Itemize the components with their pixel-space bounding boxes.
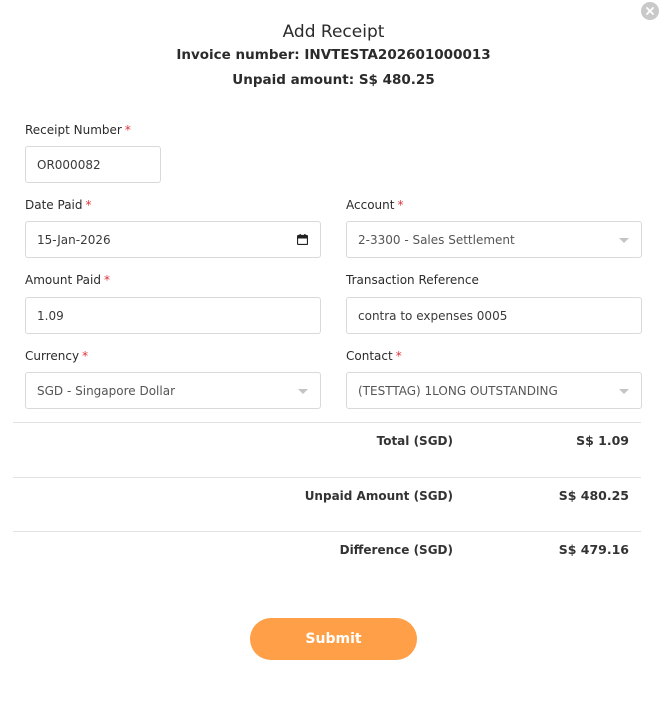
close-icon [646,7,654,15]
divider [13,422,641,423]
modal-title: Add Receipt [282,22,385,42]
account-select[interactable]: 2-3300 - Sales Settlement [346,221,642,258]
invoice-number-text: Invoice number: INVTESTA202601000013 [176,47,491,63]
contact-select[interactable]: (TESTTAG) 1LONG OUTSTANDING [346,372,642,409]
unpaid-amount-value: S$ 480.25 [558,488,629,503]
account-value: 2-3300 - Sales Settlement [358,232,515,247]
add-receipt-modal: Add Receipt Invoice number: INVTESTA2026… [0,0,667,722]
difference-label: Difference (SGD) [339,543,453,557]
chevron-down-icon [298,389,308,394]
close-button[interactable] [641,2,659,20]
account-label: Account * [346,198,404,212]
currency-value: SGD - Singapore Dollar [37,383,176,398]
amount-paid-value: 1.09 [37,308,64,323]
currency-label: Currency * [25,349,89,363]
amount-paid-input[interactable]: 1.09 [25,297,321,334]
receipt-number-value: OR000082 [37,157,101,172]
receipt-number-input[interactable]: OR000082 [25,146,161,183]
divider [13,531,641,532]
required-marker: * [395,349,402,363]
total-label: Total (SGD) [376,434,453,448]
date-paid-label: Date Paid * [25,198,92,212]
unpaid-amount-label: Unpaid Amount (SGD) [304,489,453,503]
amount-paid-label: Amount Paid * [25,273,110,287]
unpaid-amount-text: Unpaid amount: S$ 480.25 [232,72,435,88]
required-marker: * [397,198,404,212]
transaction-reference-label: Transaction Reference [346,273,479,287]
divider [13,477,641,478]
contact-value: (TESTTAG) 1LONG OUTSTANDING [358,383,558,398]
transaction-reference-input[interactable]: contra to expenses 0005 [346,297,642,334]
receipt-number-label: Receipt Number * [25,123,131,137]
chevron-down-icon [619,238,629,243]
calendar-icon[interactable] [297,234,308,245]
date-paid-value: 15-Jan-2026 [37,232,111,247]
required-marker: * [85,198,92,212]
total-value: S$ 1.09 [576,433,629,448]
currency-select[interactable]: SGD - Singapore Dollar [25,372,321,409]
transaction-reference-value: contra to expenses 0005 [358,308,508,323]
required-marker: * [82,349,89,363]
required-marker: * [103,273,110,287]
date-paid-input[interactable]: 15-Jan-2026 [25,221,321,258]
difference-value: S$ 479.16 [558,542,629,557]
modal-header: Add Receipt Invoice number: INVTESTA2026… [0,20,667,90]
contact-label: Contact * [346,349,402,363]
required-marker: * [124,123,131,137]
chevron-down-icon [619,389,629,394]
submit-button[interactable]: Submit [250,618,417,660]
